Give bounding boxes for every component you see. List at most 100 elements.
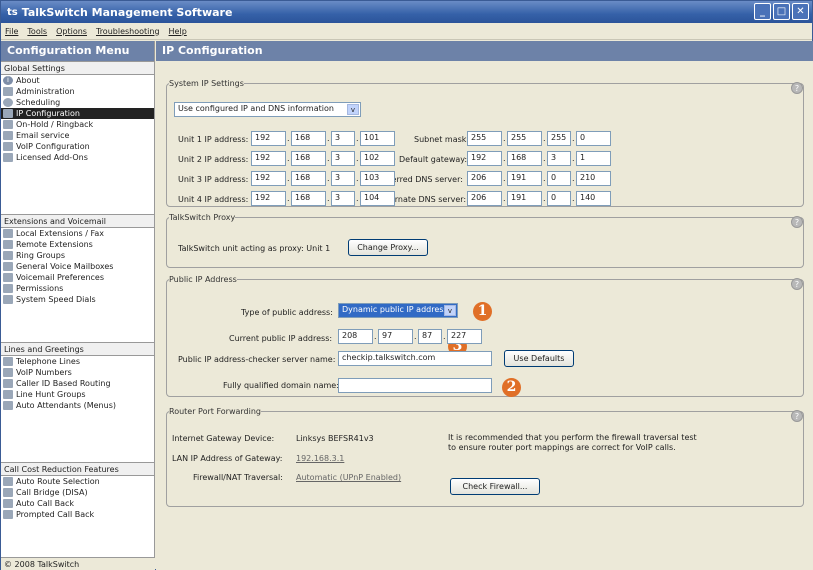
right1-ip-octet[interactable]: 255 — [467, 131, 502, 146]
octet-separator: . — [503, 174, 506, 183]
close-button[interactable]: ✕ — [792, 3, 809, 20]
unit1-ip-octet[interactable]: 192 — [251, 131, 286, 146]
minimize-button[interactable]: _ — [754, 3, 771, 20]
right2-ip-octet[interactable]: 192 — [467, 151, 502, 166]
unit2-ip-octet[interactable]: 192 — [251, 151, 286, 166]
sidebar-item-on-hold[interactable]: On-Hold / Ringback — [1, 119, 154, 130]
sidebar-item-auto-attendants[interactable]: Auto Attendants (Menus) — [1, 400, 154, 411]
unit2-ip-octet[interactable]: 168 — [291, 151, 326, 166]
right2-ip-octet[interactable]: 168 — [507, 151, 542, 166]
unit2-ip-octet[interactable]: 102 — [360, 151, 395, 166]
right3-ip-octet[interactable]: 191 — [507, 171, 542, 186]
sidebar-item-telephone-lines[interactable]: Telephone Lines — [1, 356, 154, 367]
page-title: IP Configuration — [156, 41, 813, 61]
title-bar: ts TalkSwitch Management Software _ □ ✕ — [1, 1, 812, 23]
unit3-ip-octet[interactable]: 103 — [360, 171, 395, 186]
sidebar-item-auto-call-back[interactable]: Auto Call Back — [1, 498, 154, 509]
mailbox-icon — [3, 262, 13, 271]
unit2-ip-octet[interactable]: 3 — [331, 151, 355, 166]
sidebar-item-voicemail-preferences[interactable]: Voicemail Preferences — [1, 272, 154, 283]
right1-ip-octet[interactable]: 255 — [547, 131, 571, 146]
sidebar-item-voip-configuration[interactable]: VoIP Configuration — [1, 141, 154, 152]
sidebar-item-caller-id-routing[interactable]: Caller ID Based Routing — [1, 378, 154, 389]
right2-ip-octet[interactable]: 1 — [576, 151, 611, 166]
sidebar-item-local-extensions[interactable]: Local Extensions / Fax — [1, 228, 154, 239]
sidebar-item-scheduling[interactable]: Scheduling — [1, 97, 154, 108]
use-defaults-button[interactable]: Use Defaults — [504, 350, 574, 367]
app-window: ts TalkSwitch Management Software _ □ ✕ … — [0, 0, 813, 570]
right4-ip-octet[interactable]: 140 — [576, 191, 611, 206]
fqdn-input[interactable] — [338, 378, 492, 393]
menu-tools[interactable]: Tools — [27, 27, 47, 36]
octet-separator: . — [503, 134, 506, 143]
unit4-ip-octet[interactable]: 3 — [331, 191, 355, 206]
right3-ip-octet[interactable]: 210 — [576, 171, 611, 186]
right1-ip-octet[interactable]: 255 — [507, 131, 542, 146]
current-public-ip-octet[interactable]: 208 — [338, 329, 373, 344]
help-icon[interactable]: ? — [791, 278, 803, 290]
right4-ip-octet[interactable]: 191 — [507, 191, 542, 206]
current-public-ip-octet[interactable]: 97 — [378, 329, 413, 344]
change-proxy-button[interactable]: Change Proxy... — [348, 239, 428, 256]
sidebar-item-prompted-call-back[interactable]: Prompted Call Back — [1, 509, 154, 520]
sidebar-item-general-voice-mailboxes[interactable]: General Voice Mailboxes — [1, 261, 154, 272]
current-public-ip-octet[interactable]: 227 — [447, 329, 482, 344]
sidebar-item-administration[interactable]: Administration — [1, 86, 154, 97]
nav-group-header: Call Cost Reduction Features — [1, 463, 154, 476]
menu-troubleshooting[interactable]: Troubleshooting — [96, 27, 160, 36]
sidebar-item-permissions[interactable]: Permissions — [1, 283, 154, 294]
sidebar: Configuration Menu Global Settings i Abou… — [1, 41, 155, 570]
help-icon[interactable]: ? — [791, 410, 803, 422]
sidebar-item-ip-configuration[interactable]: IP Configuration — [1, 108, 154, 119]
unit4-ip-octet[interactable]: 168 — [291, 191, 326, 206]
sidebar-item-line-hunt-groups[interactable]: Line Hunt Groups — [1, 389, 154, 400]
public-ip-legend: Public IP Address — [169, 275, 237, 284]
right3-ip-octet[interactable]: 0 — [547, 171, 571, 186]
unit3-ip-octet[interactable]: 192 — [251, 171, 286, 186]
unit1-ip-octet[interactable]: 3 — [331, 131, 355, 146]
sidebar-item-voip-numbers[interactable]: VoIP Numbers — [1, 367, 154, 378]
public-type-select[interactable]: Dynamic public IP address v — [338, 303, 458, 318]
right1-ip-octet[interactable]: 0 — [576, 131, 611, 146]
menu-bar: File Tools Options Troubleshooting Help — [1, 23, 812, 40]
unit4-ip-octet[interactable]: 192 — [251, 191, 286, 206]
phone-icon — [3, 229, 13, 238]
menu-options[interactable]: Options — [56, 27, 87, 36]
unit4-ip-octet[interactable]: 104 — [360, 191, 395, 206]
default-gateway-label: Default gateway: — [399, 155, 468, 164]
addon-icon — [3, 153, 13, 162]
unit1-ip-octet[interactable]: 168 — [291, 131, 326, 146]
sidebar-item-ring-groups[interactable]: Ring Groups — [1, 250, 154, 261]
ip-mode-select[interactable]: Use configured IP and DNS information v — [174, 102, 361, 117]
nat-link[interactable]: Automatic (UPnP Enabled) — [296, 473, 401, 482]
talkswitch-logo-icon: ts — [7, 6, 18, 18]
unit3-ip-octet[interactable]: 3 — [331, 171, 355, 186]
sidebar-item-remote-extensions[interactable]: Remote Extensions — [1, 239, 154, 250]
admin-icon — [3, 87, 13, 96]
sidebar-item-about[interactable]: i About — [1, 75, 154, 86]
help-icon[interactable]: ? — [791, 82, 803, 94]
right3-ip-octet[interactable]: 206 — [467, 171, 502, 186]
sidebar-item-email-service[interactable]: Email service — [1, 130, 154, 141]
current-public-ip-octet[interactable]: 87 — [418, 329, 442, 344]
sidebar-item-licensed-addons[interactable]: Licensed Add-Ons — [1, 152, 154, 163]
sidebar-item-call-bridge[interactable]: Call Bridge (DISA) — [1, 487, 154, 498]
octet-separator: . — [443, 332, 446, 341]
menu-help[interactable]: Help — [169, 27, 187, 36]
menu-file[interactable]: File — [5, 27, 18, 36]
unit3-ip-octet[interactable]: 168 — [291, 171, 326, 186]
right2-ip-octet[interactable]: 3 — [547, 151, 571, 166]
checker-server-input[interactable]: checkip.talkswitch.com — [338, 351, 492, 366]
unit1-ip-octet[interactable]: 101 — [360, 131, 395, 146]
right4-ip-octet[interactable]: 206 — [467, 191, 502, 206]
sidebar-item-auto-route-selection[interactable]: Auto Route Selection — [1, 476, 154, 487]
octet-separator: . — [572, 174, 575, 183]
right4-ip-octet[interactable]: 0 — [547, 191, 571, 206]
voip-icon — [3, 142, 13, 151]
maximize-button[interactable]: □ — [773, 3, 790, 20]
help-icon[interactable]: ? — [791, 216, 803, 228]
check-firewall-button[interactable]: Check Firewall... — [450, 478, 540, 495]
sidebar-item-system-speed-dials[interactable]: System Speed Dials — [1, 294, 154, 305]
lan-ip-link[interactable]: 192.168.3.1 — [296, 454, 344, 463]
speed-dial-icon — [3, 295, 13, 304]
